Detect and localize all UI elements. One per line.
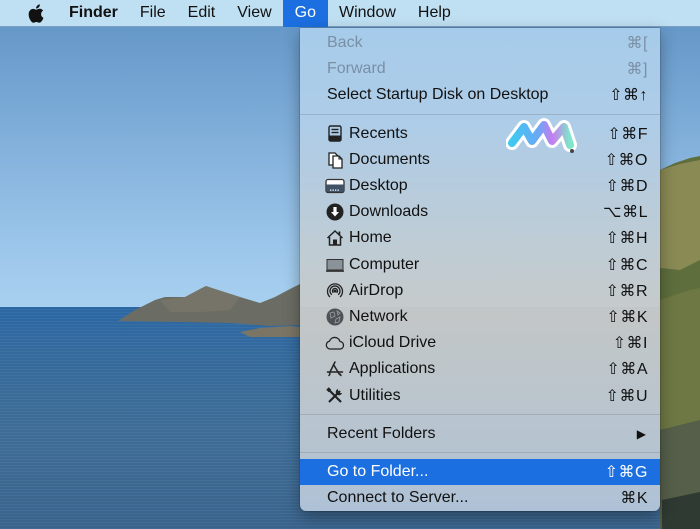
menu-item-shortcut: ⇧⌘H: [605, 230, 648, 248]
menu-item-label: Go to Folder...: [327, 462, 429, 480]
watermark-logo-icon: [506, 118, 577, 153]
menu-item-shortcut: ⌘K: [620, 490, 648, 508]
menu-item-icloud-drive[interactable]: iCloud Drive ⇧⌘I: [300, 330, 660, 356]
menu-item-label: Network: [349, 307, 408, 325]
menu-item-label: AirDrop: [349, 281, 404, 299]
menu-finder[interactable]: Finder: [67, 0, 129, 27]
menu-bar: Finder File Edit View Go Window Help: [0, 0, 700, 27]
menu-separator: [300, 113, 660, 115]
menu-window[interactable]: Window: [328, 0, 407, 27]
menu-item-home[interactable]: Home ⇧⌘H: [300, 225, 660, 251]
menu-item-shortcut: ⇧⌘F: [607, 125, 648, 143]
menu-go[interactable]: Go: [282, 0, 328, 27]
apple-menu-button[interactable]: [25, 3, 47, 23]
menu-item-label: Computer: [349, 255, 420, 273]
menu-item-shortcut: ⌘]: [626, 61, 648, 79]
menu-edit[interactable]: Edit: [177, 0, 227, 27]
menu-item-shortcut: ⇧⌘R: [605, 282, 648, 300]
menu-help[interactable]: Help: [407, 0, 462, 27]
menu-item-shortcut: ⌘[: [626, 35, 648, 53]
documents-icon: [325, 150, 345, 170]
menu-item-label: iCloud Drive: [349, 334, 437, 352]
menu-item-network[interactable]: Network ⇧⌘K: [300, 304, 660, 330]
menu-item-label: Recent Folders: [327, 424, 436, 442]
menu-item-utilities[interactable]: Utilities ⇧⌘U: [300, 382, 660, 408]
menu-separator: [300, 451, 660, 453]
menu-item-shortcut: ⇧⌘U: [605, 387, 648, 405]
menu-item-label: Downloads: [349, 203, 429, 221]
downloads-icon: [325, 202, 345, 222]
applications-icon: [325, 359, 345, 379]
go-menu-dropdown: Back ⌘[ Forward ⌘] Select Startup Disk o…: [300, 28, 660, 511]
menu-item-applications[interactable]: Applications ⇧⌘A: [300, 356, 660, 382]
menu-item-computer[interactable]: Computer ⇧⌘C: [300, 252, 660, 278]
menu-item-shortcut: ⇧⌘D: [605, 178, 648, 196]
menu-separator: [300, 413, 660, 415]
submenu-arrow-icon: ▶: [636, 426, 646, 441]
menu-file[interactable]: File: [129, 0, 177, 27]
menu-item-connect-to-server[interactable]: Connect to Server... ⌘K: [300, 485, 660, 511]
menu-item-documents[interactable]: Documents ⇧⌘O: [300, 147, 660, 173]
menu-item-label: Back: [327, 34, 363, 52]
menu-item-downloads[interactable]: Downloads ⌥⌘L: [300, 199, 660, 225]
menu-item-recent-folders[interactable]: Recent Folders ▶: [300, 421, 660, 447]
menu-item-airdrop[interactable]: AirDrop ⇧⌘R: [300, 278, 660, 304]
home-icon: [325, 228, 345, 248]
menu-item-desktop[interactable]: Desktop ⇧⌘D: [300, 173, 660, 199]
apple-logo-icon: [28, 3, 44, 23]
menu-item-back[interactable]: Back ⌘[: [300, 30, 660, 56]
menu-item-shortcut: ⇧⌘A: [606, 361, 648, 379]
desktop-icon: [325, 176, 345, 196]
menu-item-label: Applications: [349, 360, 436, 378]
network-globe-icon: [325, 307, 345, 327]
utilities-icon: [325, 386, 345, 406]
menu-item-label: Connect to Server...: [327, 489, 469, 507]
menu-item-recents[interactable]: Recents ⇧⌘F: [300, 121, 660, 147]
icloud-icon: [325, 333, 345, 353]
menu-item-label: Utilities: [349, 386, 401, 404]
menu-item-shortcut: ⇧⌘C: [605, 256, 648, 274]
menu-item-select-startup-disk[interactable]: Select Startup Disk on Desktop ⇧⌘↑: [300, 82, 660, 108]
menu-item-label: Desktop: [349, 177, 408, 195]
menu-item-shortcut: ⇧⌘↑: [609, 87, 648, 105]
computer-icon: [325, 255, 345, 275]
menu-item-shortcut: ⇧⌘O: [604, 151, 648, 169]
menu-item-label: Select Startup Disk on Desktop: [327, 86, 549, 104]
menu-item-shortcut: ⌥⌘L: [603, 204, 648, 222]
menu-item-forward[interactable]: Forward ⌘]: [300, 56, 660, 82]
menu-item-label: Forward: [327, 60, 386, 78]
airdrop-icon: [325, 281, 345, 301]
recents-tray-icon: [325, 124, 345, 144]
menu-view[interactable]: View: [226, 0, 282, 27]
menu-item-shortcut: ⇧⌘K: [606, 308, 648, 326]
menu-item-go-to-folder[interactable]: Go to Folder... ⇧⌘G: [300, 458, 660, 485]
menu-item-label: Home: [349, 229, 392, 247]
menu-item-shortcut: ⇧⌘G: [604, 463, 648, 481]
menu-item-shortcut: ⇧⌘I: [612, 335, 648, 353]
